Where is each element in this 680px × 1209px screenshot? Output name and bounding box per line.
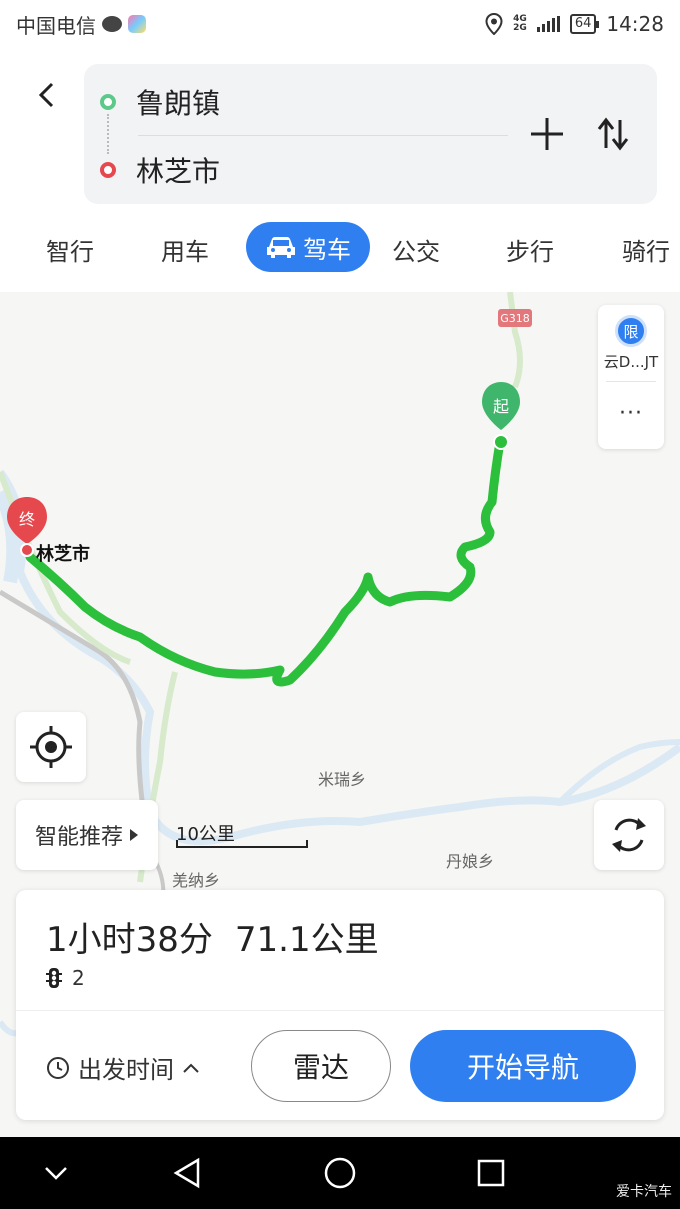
city-label: 林芝市: [36, 544, 90, 565]
status-right: 4G 2G 64 14:28: [485, 12, 664, 36]
place-label: 羌纳乡: [172, 871, 221, 890]
tab-car-hailing[interactable]: 用车: [161, 232, 209, 267]
nav-back-icon[interactable]: [170, 1155, 206, 1191]
destination-dot-icon: [100, 162, 116, 178]
plate-label[interactable]: 云D...JT: [598, 351, 664, 372]
origin-text: 鲁朗镇: [136, 87, 221, 120]
route-distance: 71.1公里: [234, 920, 379, 960]
network-indicator: 4G 2G: [513, 15, 527, 33]
road-badge-text: G318: [500, 312, 530, 325]
network-type-2: 2G: [513, 23, 527, 33]
transport-tabs: 智行 用车 驾车 公交 步行 骑行: [0, 220, 680, 276]
route-input-box: 鲁朗镇 林芝市: [84, 64, 657, 204]
locate-button[interactable]: [16, 712, 86, 782]
refresh-button[interactable]: [594, 800, 664, 870]
end-marker-text: 终: [19, 510, 35, 529]
add-waypoint-icon[interactable]: [527, 114, 567, 154]
route-connector: [107, 114, 109, 154]
traffic-light-count: 2: [46, 966, 85, 990]
destination-text: 林芝市: [136, 155, 221, 188]
tab-walking[interactable]: 步行: [506, 232, 554, 267]
tab-driving[interactable]: 驾车: [246, 222, 370, 272]
departure-time-button[interactable]: 出发时间: [46, 1050, 200, 1085]
hide-keyboard-icon[interactable]: [38, 1155, 74, 1191]
map-side-panel: 限 云D...JT ···: [598, 305, 664, 449]
clock-icon: [47, 1056, 69, 1079]
status-bar: 中国电信 4G 2G 64 14:28: [0, 0, 680, 48]
carrier-group: 中国电信: [16, 10, 146, 39]
crosshair-icon: [30, 726, 72, 768]
start-navigation-button[interactable]: 开始导航: [410, 1030, 636, 1102]
signal-icon: [536, 16, 560, 32]
traffic-light-value: 2: [72, 966, 85, 990]
carrier-name: 中国电信: [16, 13, 96, 38]
message-icon: [102, 16, 122, 32]
tab-transit[interactable]: 公交: [392, 232, 440, 267]
chevron-up-icon: [183, 1063, 199, 1073]
origin-dot-icon: [100, 94, 116, 110]
route-header: 鲁朗镇 林芝市 智行 用车 驾车 公交 步行 骑行: [0, 48, 680, 292]
smart-recommend-label: 智能推荐: [34, 825, 123, 850]
start-marker-icon[interactable]: 起: [482, 382, 520, 450]
card-divider: [16, 1010, 664, 1011]
route-result-card[interactable]: 1小时38分 71.1公里 2 出发时间 雷达 开始导航: [16, 890, 664, 1120]
watermark: 爱卡汽车: [616, 1184, 672, 1200]
destination-field[interactable]: 林芝市: [100, 150, 220, 190]
place-label: 米瑞乡: [318, 770, 367, 789]
route-divider: [138, 135, 508, 136]
system-nav-bar: 爱卡汽车: [0, 1137, 680, 1209]
refresh-icon: [612, 818, 646, 852]
clock: 14:28: [606, 12, 664, 36]
tab-smart[interactable]: 智行: [46, 232, 94, 267]
back-icon[interactable]: [32, 80, 62, 110]
departure-time-label: 出发时间: [78, 1056, 174, 1084]
tab-cycling[interactable]: 骑行: [622, 232, 670, 267]
battery-icon: 64: [569, 14, 599, 34]
more-icon[interactable]: ···: [598, 401, 664, 426]
map-scale-bar: [176, 840, 308, 848]
app-notification-icon: [128, 15, 146, 33]
traffic-light-icon: [46, 968, 62, 988]
start-marker-text: 起: [493, 397, 509, 416]
place-label: 丹娘乡: [446, 852, 495, 871]
smart-recommend-button[interactable]: 智能推荐: [16, 800, 158, 870]
route-duration: 1小时38分: [46, 920, 213, 960]
car-icon: [267, 237, 295, 258]
side-panel-divider: [606, 381, 656, 382]
triangle-right-icon: [130, 829, 138, 841]
traffic-restriction-icon[interactable]: 限: [615, 315, 647, 347]
nav-recents-icon[interactable]: [473, 1155, 509, 1191]
origin-field[interactable]: 鲁朗镇: [100, 82, 220, 122]
location-icon: [485, 13, 503, 35]
tab-driving-label: 驾车: [303, 235, 351, 264]
nav-home-icon[interactable]: [322, 1155, 358, 1191]
radar-button[interactable]: 雷达: [251, 1030, 391, 1102]
route-summary: 1小时38分 71.1公里: [46, 912, 379, 961]
swap-route-icon[interactable]: [595, 114, 631, 154]
